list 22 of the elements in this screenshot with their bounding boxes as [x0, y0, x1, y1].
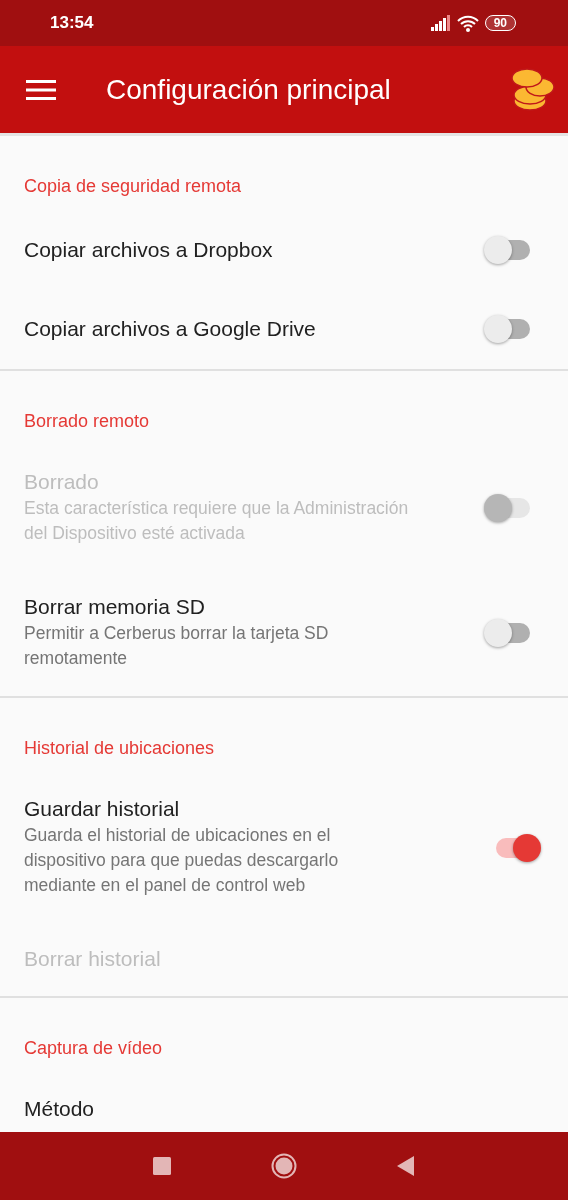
setting-summary: Esta característica requiere que la Administración del Dispositivo esté activada — [24, 497, 409, 545]
setting-summary: Permitir a Cerberus borrar la tarjeta SD remotamente — [24, 622, 330, 670]
screen-title: Configuración principal — [106, 73, 392, 106]
wifi-icon — [456, 14, 479, 32]
signal-icon — [430, 15, 451, 31]
setting-summary: Guarda el historial de ubicaciones en el dispositivo para que puedas descargarlo mediante en el panel de control web — [24, 824, 340, 897]
home-icon[interactable] — [271, 1153, 297, 1179]
back-icon[interactable] — [397, 1156, 415, 1176]
section-header: Historial de ubicaciones — [23, 737, 216, 760]
section-header: Copia de seguridad remota — [23, 175, 243, 198]
setting-title[interactable]: Método — [24, 1097, 409, 1121]
coins-icon[interactable] — [510, 66, 556, 113]
setting-title[interactable]: Borrar memoria SD — [24, 595, 409, 619]
section-header: Captura de vídeo — [23, 1037, 164, 1060]
battery-level: 90 — [484, 15, 516, 31]
setting-title[interactable]: Copiar archivos a Google Drive — [24, 317, 409, 341]
clock-time: 13:54 — [50, 13, 94, 33]
menu-button[interactable] — [26, 78, 56, 101]
setting-title[interactable]: Copiar archivos a Dropbox — [24, 238, 409, 262]
setting-title[interactable]: Guardar historial — [24, 797, 409, 821]
section-header: Borrado remoto — [23, 410, 151, 433]
menu-icon — [26, 78, 56, 101]
